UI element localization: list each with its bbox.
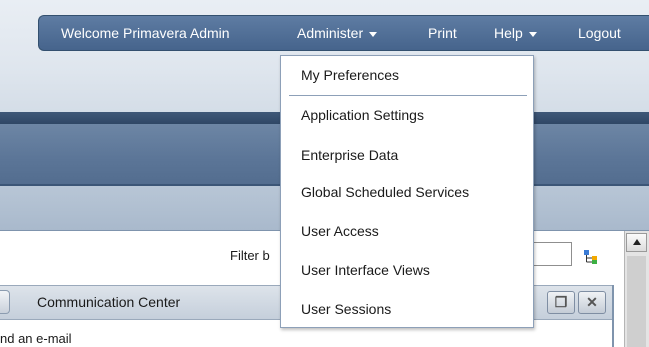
logout-link[interactable]: Logout xyxy=(578,25,621,41)
caret-down-icon xyxy=(528,31,537,37)
scroll-up-icon[interactable] xyxy=(626,233,647,252)
menu-item-user-interface-views[interactable]: User Interface Views xyxy=(301,262,430,278)
panel-body-text: nd an e-mail xyxy=(0,331,72,346)
caret-down-icon xyxy=(369,31,378,37)
menu-item-enterprise-data[interactable]: Enterprise Data xyxy=(301,147,398,163)
close-icon: ✕ xyxy=(586,294,598,310)
administer-label: Administer xyxy=(297,25,364,41)
filter-label: Filter b xyxy=(230,248,270,263)
welcome-text: Welcome Primavera Admin xyxy=(61,25,230,41)
close-button[interactable]: ✕ xyxy=(578,291,606,314)
tree-icon[interactable] xyxy=(583,249,599,265)
filter-input[interactable] xyxy=(530,242,572,266)
administer-dropdown: My Preferences Application Settings Ente… xyxy=(280,55,534,328)
menu-item-application-settings[interactable]: Application Settings xyxy=(301,107,424,123)
top-nav-bar: Welcome Primavera Admin Administer Print… xyxy=(38,15,649,51)
print-link[interactable]: Print xyxy=(428,25,457,41)
scroll-track[interactable] xyxy=(627,256,646,347)
help-label: Help xyxy=(494,25,523,41)
menu-item-user-access[interactable]: User Access xyxy=(301,223,379,239)
restore-button[interactable]: ❐ xyxy=(547,291,575,314)
help-menu[interactable]: Help xyxy=(494,25,537,41)
menu-item-user-sessions[interactable]: User Sessions xyxy=(301,301,391,317)
administer-menu[interactable]: Administer xyxy=(297,25,378,41)
panel-title: Communication Center xyxy=(37,294,181,310)
menu-item-my-preferences[interactable]: My Preferences xyxy=(301,67,399,83)
menu-separator xyxy=(289,95,527,96)
restore-icon: ❐ xyxy=(554,294,568,310)
panel-border xyxy=(612,285,614,347)
menu-item-global-scheduled-services[interactable]: Global Scheduled Services xyxy=(301,184,469,200)
panel-collapse-tab[interactable] xyxy=(0,290,10,314)
